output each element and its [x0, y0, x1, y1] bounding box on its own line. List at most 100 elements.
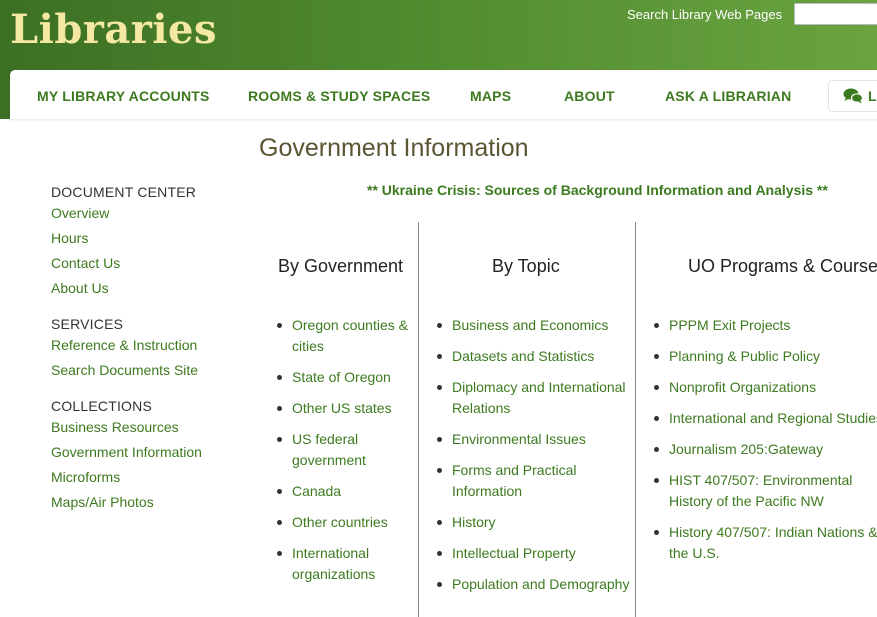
link-canada[interactable]: Canada — [292, 483, 341, 499]
bullet — [437, 468, 442, 473]
link-history[interactable]: History — [452, 514, 496, 530]
link-us-federal-government[interactable]: US federal government — [292, 431, 366, 468]
link-datasets-statistics[interactable]: Datasets and Statistics — [452, 348, 594, 364]
link-hist-407-environmental[interactable]: HIST 407/507: Environmental History of t… — [669, 472, 852, 509]
column-heading-by-government: By Government — [278, 256, 404, 276]
bullet — [654, 354, 659, 359]
list-item: International and Regional Studies — [654, 408, 877, 429]
link-diplomacy-international-relations[interactable]: Diplomacy and International Relations — [452, 379, 626, 416]
bullet — [437, 354, 442, 359]
page-title: Government Information — [259, 134, 529, 162]
column-divider — [635, 222, 636, 617]
bullet — [277, 406, 282, 411]
sidebar-link-government-information[interactable]: Government Information — [51, 444, 251, 469]
link-other-countries[interactable]: Other countries — [292, 514, 388, 530]
live-chat-button[interactable]: Live — [828, 80, 877, 112]
list-item: PPPM Exit Projects — [654, 315, 877, 336]
bullet — [277, 437, 282, 442]
sidebar-link-business-resources[interactable]: Business Resources — [51, 419, 251, 444]
bullet — [277, 520, 282, 525]
link-oregon-counties[interactable]: Oregon counties & cities — [292, 317, 408, 354]
column-heading-by-topic: By Topic — [492, 256, 560, 276]
link-international-regional-studies[interactable]: International and Regional Studies — [669, 410, 877, 426]
column-divider — [418, 222, 419, 617]
list-item: Nonprofit Organizations — [654, 377, 877, 398]
link-environmental-issues[interactable]: Environmental Issues — [452, 431, 586, 447]
sidebar-link-microforms[interactable]: Microforms — [51, 469, 251, 494]
sidebar-link-about-us[interactable]: About Us — [51, 280, 251, 305]
column-heading-uo-programs: UO Programs & Courses — [688, 256, 877, 276]
link-nonprofit-organizations[interactable]: Nonprofit Organizations — [669, 379, 816, 395]
link-pppm-exit-projects[interactable]: PPPM Exit Projects — [669, 317, 790, 333]
link-other-us-states[interactable]: Other US states — [292, 400, 392, 416]
link-intellectual-property[interactable]: Intellectual Property — [452, 545, 576, 561]
list-item: HIST 407/507: Environmental History of t… — [654, 470, 877, 512]
sidebar-link-search-documents-site[interactable]: Search Documents Site — [51, 362, 251, 387]
bullet — [654, 323, 659, 328]
list-item: Diplomacy and International Relations — [437, 377, 632, 419]
list-item: Other countries — [277, 512, 417, 533]
sidebar-heading-services: SERVICES — [51, 316, 124, 332]
bullet — [437, 437, 442, 442]
list-item: State of Oregon — [277, 367, 417, 388]
sidebar-heading-collections: COLLECTIONS — [51, 398, 152, 414]
list-item: Population and Demography — [437, 574, 632, 595]
list-item: Forms and Practical Information — [437, 460, 632, 502]
bullet — [277, 489, 282, 494]
ukraine-crisis-link[interactable]: ** Ukraine Crisis: Sources of Background… — [367, 182, 828, 198]
sidebar-link-maps-air-photos[interactable]: Maps/Air Photos — [51, 494, 251, 519]
link-international-organizations[interactable]: International organizations — [292, 545, 375, 582]
list-item: Environmental Issues — [437, 429, 632, 450]
search-input[interactable] — [794, 3, 877, 25]
list-item: History — [437, 512, 632, 533]
search-label: Search Library Web Pages — [627, 7, 783, 22]
list-item: Journalism 205:Gateway — [654, 439, 877, 460]
link-journalism-205[interactable]: Journalism 205:Gateway — [669, 441, 823, 457]
bullet — [437, 551, 442, 556]
nav-item-about[interactable]: ABOUT — [564, 88, 615, 104]
nav-item-ask-a-librarian[interactable]: ASK A LIBRARIAN — [665, 88, 791, 104]
by-topic-list: Business and Economics Datasets and Stat… — [437, 315, 632, 605]
bullet — [277, 551, 282, 556]
link-history-407-indian-nations[interactable]: History 407/507: Indian Nations & the U.… — [669, 524, 877, 561]
nav-item-maps[interactable]: MAPS — [470, 88, 511, 104]
link-business-economics[interactable]: Business and Economics — [452, 317, 608, 333]
list-item: Intellectual Property — [437, 543, 632, 564]
bullet — [654, 416, 659, 421]
bullet — [277, 323, 282, 328]
sidebar-link-reference-instruction[interactable]: Reference & Instruction — [51, 337, 251, 362]
sidebar-link-hours[interactable]: Hours — [51, 230, 251, 255]
link-planning-public-policy[interactable]: Planning & Public Policy — [669, 348, 820, 364]
bullet — [654, 478, 659, 483]
list-item: International organizations — [277, 543, 417, 585]
sidebar: DOCUMENT CENTER Overview Hours Contact U… — [51, 184, 251, 519]
link-forms-practical-information[interactable]: Forms and Practical Information — [452, 462, 576, 499]
main-nav: MY LIBRARY ACCOUNTS ROOMS & STUDY SPACES… — [10, 70, 877, 119]
uo-programs-list: PPPM Exit Projects Planning & Public Pol… — [654, 315, 877, 574]
sidebar-link-contact-us[interactable]: Contact Us — [51, 255, 251, 280]
list-item: Planning & Public Policy — [654, 346, 877, 367]
live-chat-label: Live — [868, 88, 877, 104]
list-item: Other US states — [277, 398, 417, 419]
list-item: US federal government — [277, 429, 417, 471]
bullet — [277, 375, 282, 380]
bullet — [654, 385, 659, 390]
sidebar-heading-document-center: DOCUMENT CENTER — [51, 184, 197, 200]
libraries-logo[interactable]: Libraries — [10, 6, 217, 53]
list-item: Datasets and Statistics — [437, 346, 632, 367]
list-item: History 407/507: Indian Nations & the U.… — [654, 522, 877, 564]
link-population-demography[interactable]: Population and Demography — [452, 576, 629, 592]
list-item: Business and Economics — [437, 315, 632, 336]
nav-item-my-library-accounts[interactable]: MY LIBRARY ACCOUNTS — [37, 88, 210, 104]
nav-item-rooms-study-spaces[interactable]: ROOMS & STUDY SPACES — [248, 88, 430, 104]
bullet — [654, 530, 659, 535]
by-government-list: Oregon counties & cities State of Oregon… — [277, 315, 417, 595]
bullet — [437, 520, 442, 525]
bullet — [437, 582, 442, 587]
list-item: Canada — [277, 481, 417, 502]
chat-bubbles-icon — [843, 88, 864, 107]
sidebar-link-overview[interactable]: Overview — [51, 205, 251, 230]
bullet — [437, 323, 442, 328]
link-state-of-oregon[interactable]: State of Oregon — [292, 369, 391, 385]
list-item: Oregon counties & cities — [277, 315, 417, 357]
